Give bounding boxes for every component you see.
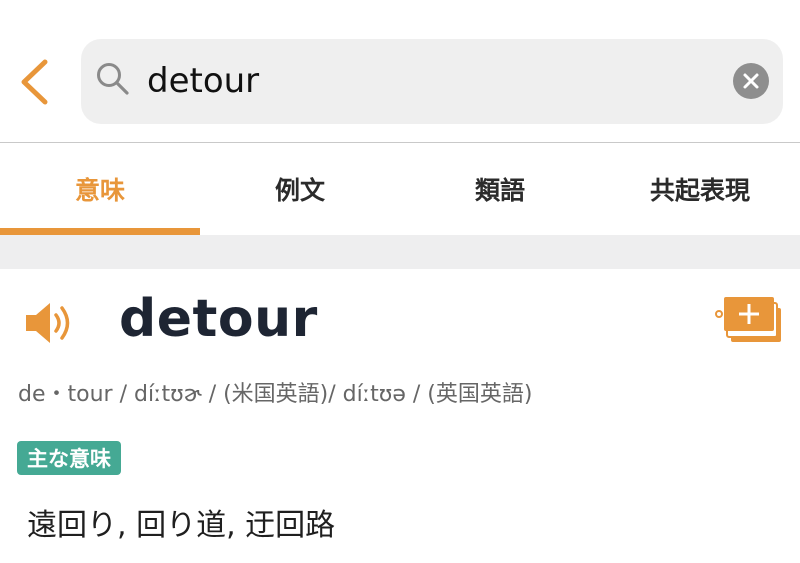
tab-synonyms[interactable]: 類語 [400, 143, 600, 235]
back-button[interactable] [12, 56, 56, 108]
add-to-wordbook-icon [715, 297, 781, 342]
search-input[interactable] [147, 51, 707, 111]
speaker-icon [26, 303, 70, 343]
meaning-text: 遠回り, 回り道, 迂回路 [27, 508, 336, 543]
tab-collocations[interactable]: 共起表現 [600, 143, 800, 235]
headword: detour [119, 289, 318, 349]
search-box[interactable] [81, 39, 783, 124]
clear-x-icon [743, 73, 759, 89]
add-to-wordbook-button[interactable] [714, 294, 784, 346]
section-divider [0, 235, 800, 269]
pronounce-button[interactable] [24, 298, 78, 348]
chevron-left-icon [21, 59, 48, 105]
clear-search-button[interactable] [733, 63, 769, 99]
pronunciation-line: de・tour / díːtʊɚ / (米国英語)/ díːtʊə / (英国英… [18, 382, 533, 407]
magnifier-icon [97, 63, 129, 95]
tab-meaning[interactable]: 意味 [0, 143, 200, 235]
search-header [0, 0, 800, 143]
tab-bar: 意味 例文 類語 共起表現 [0, 143, 800, 235]
main-meaning-badge: 主な意味 [17, 441, 121, 475]
tab-examples[interactable]: 例文 [200, 143, 400, 235]
